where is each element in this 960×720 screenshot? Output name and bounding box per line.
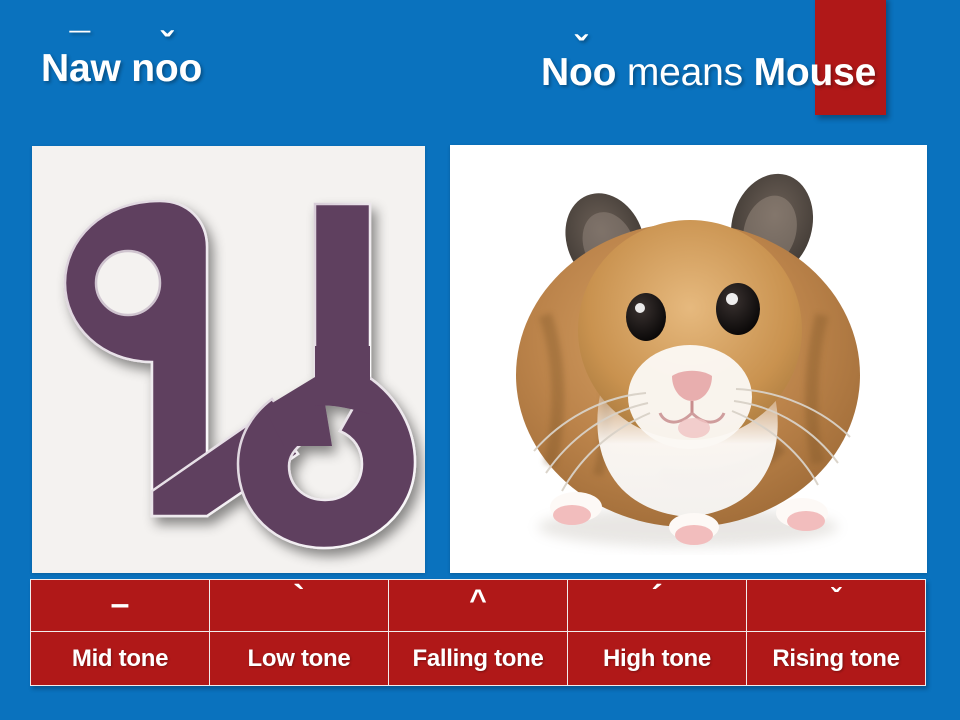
tone-cell-mark-rising[interactable]: ˇ (746, 579, 926, 632)
left-title-o2: o (178, 47, 203, 90)
right-title-n: N (541, 51, 569, 94)
left-title-a-with-macron: ¯ a (69, 28, 91, 88)
caron-icon: ˇ (160, 23, 173, 66)
macron-icon: ¯ (69, 25, 90, 68)
slide-root: N ¯ aw n ˇ oo N ˇ oo means Mouse – ` ^ ´… (0, 0, 960, 720)
thai-letter-panel (32, 146, 425, 573)
tone-label-low: Low tone (247, 644, 351, 672)
hamster-image-panel (450, 145, 927, 573)
right-title-mouse: Mouse (753, 51, 877, 94)
tone-labels-row: Mid tone Low tone Falling tone High tone… (30, 631, 926, 686)
tone-cell-label-low[interactable]: Low tone (209, 631, 389, 686)
caron-icon: ˇ (574, 27, 587, 70)
right-title-o-with-caron: ˇo (569, 30, 593, 92)
tone-label-rising: Rising tone (772, 644, 900, 672)
right-title: N ˇ oo means Mouse (541, 30, 877, 94)
tone-cell-label-falling[interactable]: Falling tone (388, 631, 568, 686)
grave-mark-icon: ` (293, 578, 305, 617)
right-title-means: means (626, 51, 743, 94)
right-title-o2: o (592, 51, 617, 94)
acute-mark-icon: ´ (651, 578, 663, 617)
left-title-w: w (90, 47, 121, 90)
tone-cell-mark-low[interactable]: ` (209, 578, 389, 632)
tone-cell-mark-high[interactable]: ´ (567, 578, 747, 632)
tone-label-mid: Mid tone (71, 644, 169, 672)
tone-cell-mark-mid[interactable]: – (30, 579, 210, 632)
caron-mark-icon: ˇ (831, 582, 841, 616)
macron-mark-icon: – (110, 584, 130, 623)
hamster-illustration (450, 145, 927, 573)
thai-letter-glyph (32, 146, 425, 573)
left-title-n1: N (41, 47, 69, 90)
left-title: N ¯ aw n ˇ oo (41, 26, 203, 90)
tone-label-falling: Falling tone (412, 644, 544, 672)
circumflex-mark-icon: ^ (469, 583, 487, 617)
tone-cell-label-rising[interactable]: Rising tone (746, 631, 926, 686)
tone-table: – ` ^ ´ ˇ Mid tone Low tone Falling tone… (30, 579, 926, 686)
tone-cell-label-high[interactable]: High tone (567, 631, 747, 686)
left-title-o-with-caron: ˇo (155, 26, 179, 88)
tone-marks-row: – ` ^ ´ ˇ (30, 578, 926, 632)
tone-cell-mark-falling[interactable]: ^ (388, 579, 568, 632)
left-title-n2: n (131, 47, 155, 90)
tone-cell-label-mid[interactable]: Mid tone (30, 631, 210, 686)
tone-label-high: High tone (603, 644, 711, 672)
